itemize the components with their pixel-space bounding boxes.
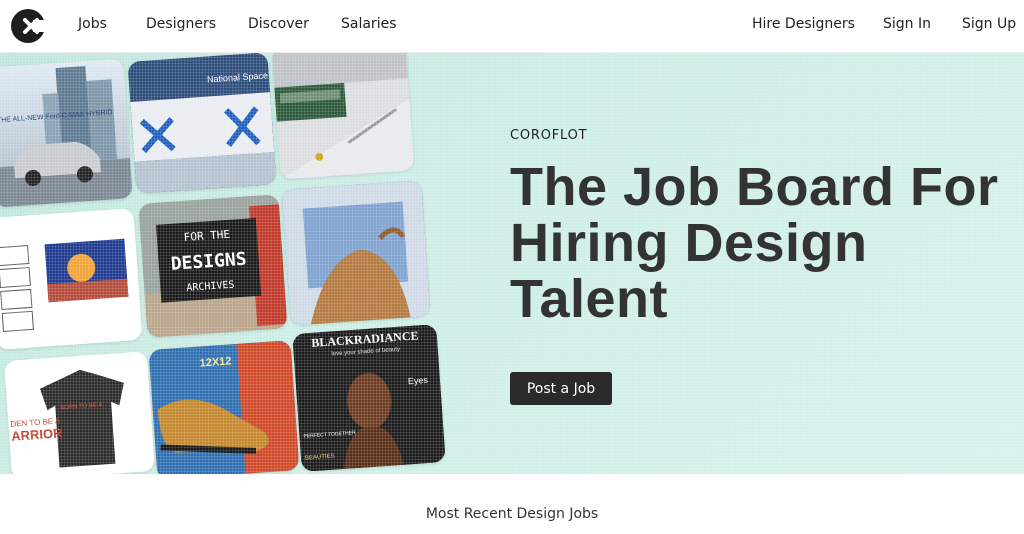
portfolio-tile-expo[interactable]: National Space xyxy=(127,53,277,194)
nav-salaries[interactable]: Salaries xyxy=(341,16,397,32)
portfolio-tile-car[interactable]: THE ALL-NEW Ford C-MAX HYBRID xyxy=(0,58,133,208)
expo-booth-image: National Space xyxy=(127,53,277,194)
headline-line-1: The Job Board For xyxy=(510,157,999,217)
portfolio-tile-station[interactable] xyxy=(271,53,415,180)
nav-sign-in[interactable]: Sign In xyxy=(883,16,931,32)
post-job-button[interactable]: Post a Job xyxy=(510,372,612,405)
top-nav: Jobs Designers Discover Salaries Hire De… xyxy=(0,0,1024,53)
hero-copy: COROFLOT The Job Board For Hiring Design… xyxy=(510,128,999,405)
archive-boxes-image: FOR THE DESIGNS ARCHIVES xyxy=(138,194,288,338)
car-ad-image: THE ALL-NEW Ford C-MAX HYBRID xyxy=(0,65,133,208)
mag-eyes: Eyes xyxy=(408,375,429,386)
portfolio-tile-storyboard[interactable] xyxy=(0,208,143,350)
hero-eyebrow: COROFLOT xyxy=(510,128,588,143)
sculpture-image xyxy=(281,180,431,326)
portfolio-tile-tshirt[interactable]: BORN TO BE A DEN TO BE A ARRIOR xyxy=(3,351,156,474)
nav-designers[interactable]: Designers xyxy=(146,16,216,32)
hero-headline: The Job Board For Hiring Design Talent xyxy=(510,159,999,327)
portfolio-tile-magazine[interactable]: BLACKRADIANCE love your shade of beauty … xyxy=(292,324,446,472)
headline-line-3: Talent xyxy=(510,269,669,329)
tshirt-image: BORN TO BE A DEN TO BE A ARRIOR xyxy=(10,369,124,468)
recent-jobs-heading: Most Recent Design Jobs xyxy=(425,506,599,522)
portfolio-tile-sculpture[interactable] xyxy=(281,180,431,326)
nav-jobs[interactable]: Jobs xyxy=(78,16,107,32)
portfolio-tile-archive[interactable]: FOR THE DESIGNS ARCHIVES xyxy=(138,194,288,338)
storyboard-image xyxy=(0,238,129,332)
logo-x-icon xyxy=(23,18,39,34)
portfolio-tile-shoe[interactable]: 12X12 xyxy=(148,340,300,474)
nav-discover[interactable]: Discover xyxy=(248,16,309,32)
shoe-image: 12X12 xyxy=(148,340,300,474)
shirt-brand: ARRIOR xyxy=(11,425,64,444)
nav-hire-designers[interactable]: Hire Designers xyxy=(752,16,855,32)
hero-banner: THE ALL-NEW Ford C-MAX HYBRID National S… xyxy=(0,53,1024,474)
nav-sign-up[interactable]: Sign Up xyxy=(962,16,1016,32)
coroflot-logo-icon[interactable] xyxy=(11,9,47,43)
shoe-text: 12X12 xyxy=(199,355,232,369)
headline-line-2: Hiring Design xyxy=(510,213,868,273)
magazine-cover-image: BLACKRADIANCE love your shade of beauty … xyxy=(292,324,446,472)
train-station-image xyxy=(271,53,415,180)
